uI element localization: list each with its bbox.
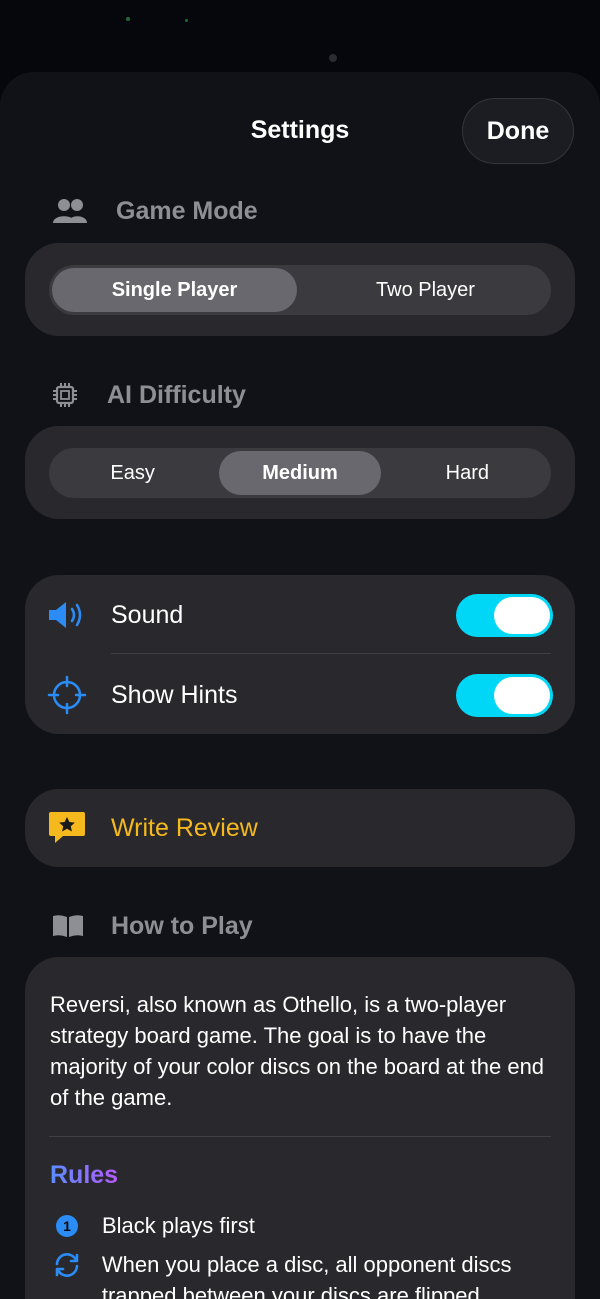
divider bbox=[49, 1136, 551, 1137]
how-to-play-card: Reversi, also known as Othello, is a two… bbox=[25, 957, 575, 1299]
show-hints-toggle[interactable] bbox=[456, 673, 553, 717]
review-star-bubble-icon bbox=[48, 810, 88, 850]
game-mode-title: Game Mode bbox=[116, 196, 258, 225]
segment-easy[interactable]: Easy bbox=[52, 451, 213, 495]
toggle-knob bbox=[494, 596, 550, 634]
segment-hard[interactable]: Hard bbox=[387, 451, 548, 495]
game-mode-header: Game Mode bbox=[52, 196, 258, 226]
settings-screen: Settings Done Game Mode Single Player Tw… bbox=[0, 0, 600, 1299]
segment-medium[interactable]: Medium bbox=[219, 451, 381, 495]
segment-two-player[interactable]: Two Player bbox=[303, 268, 548, 312]
show-hints-label: Show Hints bbox=[111, 680, 238, 709]
cpu-chip-icon bbox=[52, 380, 78, 410]
rule-text: When you place a disc, all opponent disc… bbox=[101, 1252, 512, 1299]
rule-item: 1 Black plays first bbox=[50, 1210, 550, 1241]
flip-arrows-icon bbox=[50, 1249, 86, 1280]
segment-single-player[interactable]: Single Player bbox=[52, 268, 297, 312]
crosshair-icon bbox=[47, 675, 87, 715]
divider bbox=[111, 653, 551, 654]
toggle-knob bbox=[494, 676, 550, 714]
sound-label: Sound bbox=[111, 600, 184, 629]
ai-difficulty-header: AI Difficulty bbox=[52, 380, 246, 410]
rule-item: When you place a disc, all opponent disc… bbox=[50, 1249, 550, 1299]
write-review-button[interactable]: Write Review bbox=[25, 789, 575, 867]
people-icon bbox=[52, 196, 88, 226]
rule-text: Black plays first bbox=[102, 1213, 255, 1238]
open-book-icon bbox=[52, 911, 84, 941]
rule-number: 1 bbox=[63, 1218, 71, 1234]
show-hints-row: Show Hints bbox=[25, 656, 575, 734]
game-mode-card: Single Player Two Player bbox=[25, 243, 575, 336]
how-to-play-title: How to Play bbox=[111, 911, 253, 940]
number-one-circle-icon: 1 bbox=[50, 1210, 86, 1241]
sound-row: Sound bbox=[25, 576, 575, 654]
background-dot bbox=[126, 17, 130, 21]
sound-toggle[interactable] bbox=[456, 593, 553, 637]
how-to-play-header: How to Play bbox=[52, 911, 253, 941]
game-mode-segmented-control: Single Player Two Player bbox=[49, 265, 551, 315]
background-dot bbox=[185, 19, 188, 22]
done-button[interactable]: Done bbox=[462, 98, 574, 164]
rules-title: Rules bbox=[50, 1161, 119, 1189]
ai-difficulty-card: Easy Medium Hard bbox=[25, 426, 575, 519]
write-review-label: Write Review bbox=[111, 814, 258, 842]
toggles-card: Sound Show Hints bbox=[25, 575, 575, 734]
camera-dot bbox=[329, 54, 337, 62]
speaker-icon bbox=[47, 595, 87, 635]
intro-text: Reversi, also known as Othello, is a two… bbox=[50, 992, 545, 1110]
ai-difficulty-title: AI Difficulty bbox=[107, 380, 246, 409]
ai-difficulty-segmented-control: Easy Medium Hard bbox=[49, 448, 551, 498]
